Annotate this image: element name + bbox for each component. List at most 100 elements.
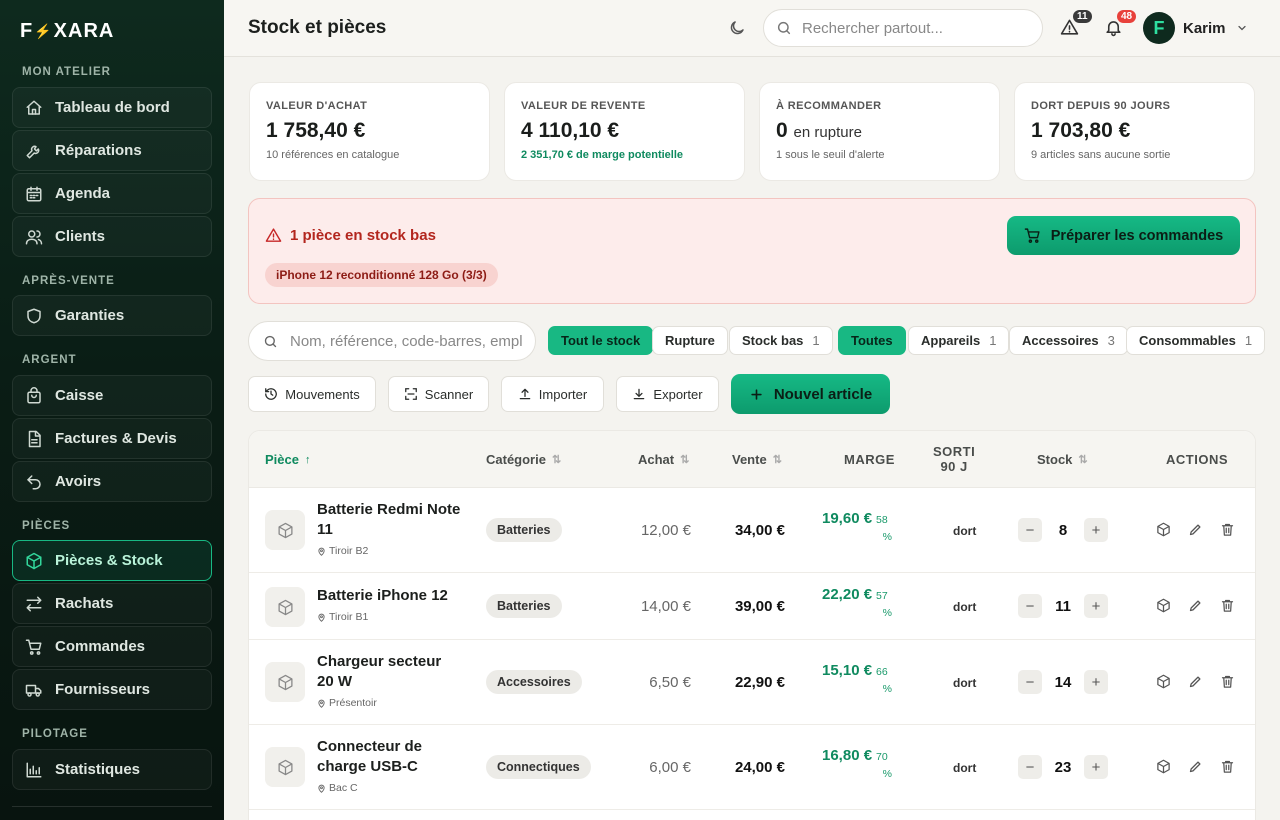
trash-icon[interactable] — [1220, 674, 1235, 689]
part-name[interactable]: Batterie iPhone 12 — [317, 586, 477, 606]
edit-pencil-icon[interactable] — [1188, 522, 1203, 537]
filter-chip-out-of-stock[interactable]: Rupture — [652, 326, 728, 355]
part-location: Tiroir B2 — [317, 545, 368, 557]
box-move-icon[interactable] — [1156, 674, 1171, 689]
scan-button[interactable]: Scanner — [388, 376, 489, 412]
moon-icon[interactable] — [728, 19, 746, 37]
chip-count: 1 — [1244, 333, 1253, 348]
edit-pencil-icon[interactable] — [1188, 598, 1203, 613]
new-item-button[interactable]: Nouvel article — [731, 374, 890, 414]
edit-pencil-icon[interactable] — [1188, 759, 1203, 774]
column-header-buy[interactable]: Achat ⇅ — [638, 452, 689, 467]
logo-text-left: F — [20, 20, 34, 42]
package-icon — [25, 552, 43, 570]
stock-quantity: 23 — [1054, 759, 1072, 776]
prepare-orders-button[interactable]: Préparer les commandes — [1007, 216, 1240, 255]
undo-arrow-icon — [25, 473, 43, 491]
stock-increment-button[interactable]: + — [1084, 670, 1108, 694]
home-icon — [25, 99, 43, 117]
sidebar-item-factures-devis[interactable]: Factures & Devis — [12, 418, 212, 459]
sidebar-item-avoirs[interactable]: Avoirs — [12, 461, 212, 502]
trash-icon[interactable] — [1220, 598, 1235, 613]
part-name[interactable]: Batterie Redmi Note 11 — [317, 500, 467, 540]
location-text: Tiroir B2 — [329, 545, 369, 557]
part-location: Bac C — [317, 782, 358, 794]
notifications-badge: 48 — [1115, 8, 1139, 25]
sidebar-item-agenda[interactable]: Agenda — [12, 173, 212, 214]
low-stock-item-chip[interactable]: iPhone 12 reconditionné 128 Go (3/3) — [265, 263, 498, 287]
trash-icon[interactable] — [1220, 759, 1235, 774]
stock-quantity: 14 — [1054, 674, 1072, 691]
stock-increment-button[interactable]: + — [1084, 518, 1108, 542]
kpi-value-number: 4 110,10 € — [521, 119, 620, 142]
stock-search[interactable] — [248, 321, 536, 361]
margin-percent: 57 — [876, 590, 888, 602]
sidebar-item-garanties[interactable]: Garanties — [12, 295, 212, 336]
margin-value: 15,10 €66% — [822, 660, 892, 695]
stock-increment-button[interactable]: + — [1084, 594, 1108, 618]
sidebar-item-pieces-stock[interactable]: Pièces & Stock — [12, 540, 212, 581]
sidebar-item-statistiques[interactable]: Statistiques — [12, 749, 212, 790]
column-header-stock[interactable]: Stock ⇅ — [1037, 452, 1088, 467]
sidebar-item-rachats[interactable]: Rachats — [12, 583, 212, 624]
filter-chip-low-stock[interactable]: Stock bas 1 — [729, 326, 833, 355]
part-name[interactable]: Chargeur secteur 20 W — [317, 652, 457, 692]
movements-button[interactable]: Mouvements — [248, 376, 376, 412]
box-move-icon[interactable] — [1156, 598, 1171, 613]
margin-percent: 70 — [876, 751, 888, 763]
cart-icon — [1024, 227, 1041, 244]
truck-icon — [25, 681, 43, 699]
margin-amount: 22,20 € — [822, 586, 873, 603]
filter-chip-accessories[interactable]: Accessoires 3 — [1009, 326, 1128, 355]
user-menu[interactable]: F Karim — [1143, 12, 1248, 44]
import-button[interactable]: Importer — [501, 376, 604, 412]
box-move-icon[interactable] — [1156, 522, 1171, 537]
sidebar-item-tableau-de-bord[interactable]: Tableau de bord — [12, 87, 212, 128]
avatar: F — [1143, 12, 1175, 44]
brand-logo[interactable]: F ⚡ XARA — [20, 20, 114, 43]
global-search[interactable] — [763, 9, 1043, 47]
location-text: Tiroir B1 — [329, 611, 369, 623]
sidebar-item-label: Réparations — [55, 142, 142, 159]
trash-icon[interactable] — [1220, 522, 1235, 537]
box-move-icon[interactable] — [1156, 759, 1171, 774]
export-button[interactable]: Exporter — [616, 376, 719, 412]
filter-chip-all-categories[interactable]: Toutes — [838, 326, 906, 355]
column-header-sell[interactable]: Vente ⇅ — [732, 452, 782, 467]
filter-chip-devices[interactable]: Appareils 1 — [908, 326, 1010, 355]
sidebar-item-commandes[interactable]: Commandes — [12, 626, 212, 667]
category-badge: Batteries — [486, 594, 562, 618]
sidebar-item-caisse[interactable]: Caisse — [12, 375, 212, 416]
section-title-argent: ARGENT — [22, 354, 77, 366]
table-row[interactable]: Chargeur secteur 20 W Présentoir Accesso… — [249, 640, 1255, 725]
table-row[interactable]: Batterie Redmi Note 11 Tiroir B2 Batteri… — [249, 488, 1255, 573]
notifications-button[interactable]: 48 — [1104, 8, 1139, 37]
stock-decrement-button[interactable]: − — [1018, 670, 1042, 694]
table-row[interactable]: Batterie iPhone 12 Tiroir B1 Batteries 1… — [249, 573, 1255, 640]
register-icon — [25, 386, 43, 405]
edit-pencil-icon[interactable] — [1188, 674, 1203, 689]
stock-decrement-button[interactable]: − — [1018, 755, 1042, 779]
stock-decrement-button[interactable]: − — [1018, 594, 1042, 618]
sidebar-item-clients[interactable]: Clients — [12, 216, 212, 257]
stock-quantity: 8 — [1058, 522, 1068, 539]
global-search-input[interactable] — [802, 19, 1022, 37]
kpi-card-dormant: DORT DEPUIS 90 JOURS 1 703,80 € 9 articl… — [1014, 82, 1255, 181]
chip-count: 1 — [812, 333, 820, 348]
stock-search-input[interactable] — [290, 332, 522, 350]
table-row[interactable]: Connecteur de charge USB-C Bac C Connect… — [249, 725, 1255, 810]
alerts-button[interactable]: 11 — [1060, 8, 1094, 37]
filter-chip-all-stock[interactable]: Tout le stock — [548, 326, 654, 355]
sidebar-item-label: Factures & Devis — [55, 430, 177, 447]
stock-decrement-button[interactable]: − — [1018, 518, 1042, 542]
stock-increment-button[interactable]: + — [1084, 755, 1108, 779]
column-header-piece[interactable]: Pièce ↑ — [265, 452, 310, 467]
sidebar-item-reparations[interactable]: Réparations — [12, 130, 212, 171]
alerts-badge: 11 — [1071, 8, 1094, 25]
part-name[interactable]: Connecteur de charge USB-C — [317, 737, 447, 777]
column-header-category[interactable]: Catégorie ⇅ — [486, 452, 561, 467]
sort-icon: ⇅ — [680, 454, 690, 466]
filter-chip-consumables[interactable]: Consommables 1 — [1126, 326, 1266, 355]
sidebar-item-fournisseurs[interactable]: Fournisseurs — [12, 669, 212, 710]
kpi-value: 4 110,10 € — [521, 119, 728, 143]
